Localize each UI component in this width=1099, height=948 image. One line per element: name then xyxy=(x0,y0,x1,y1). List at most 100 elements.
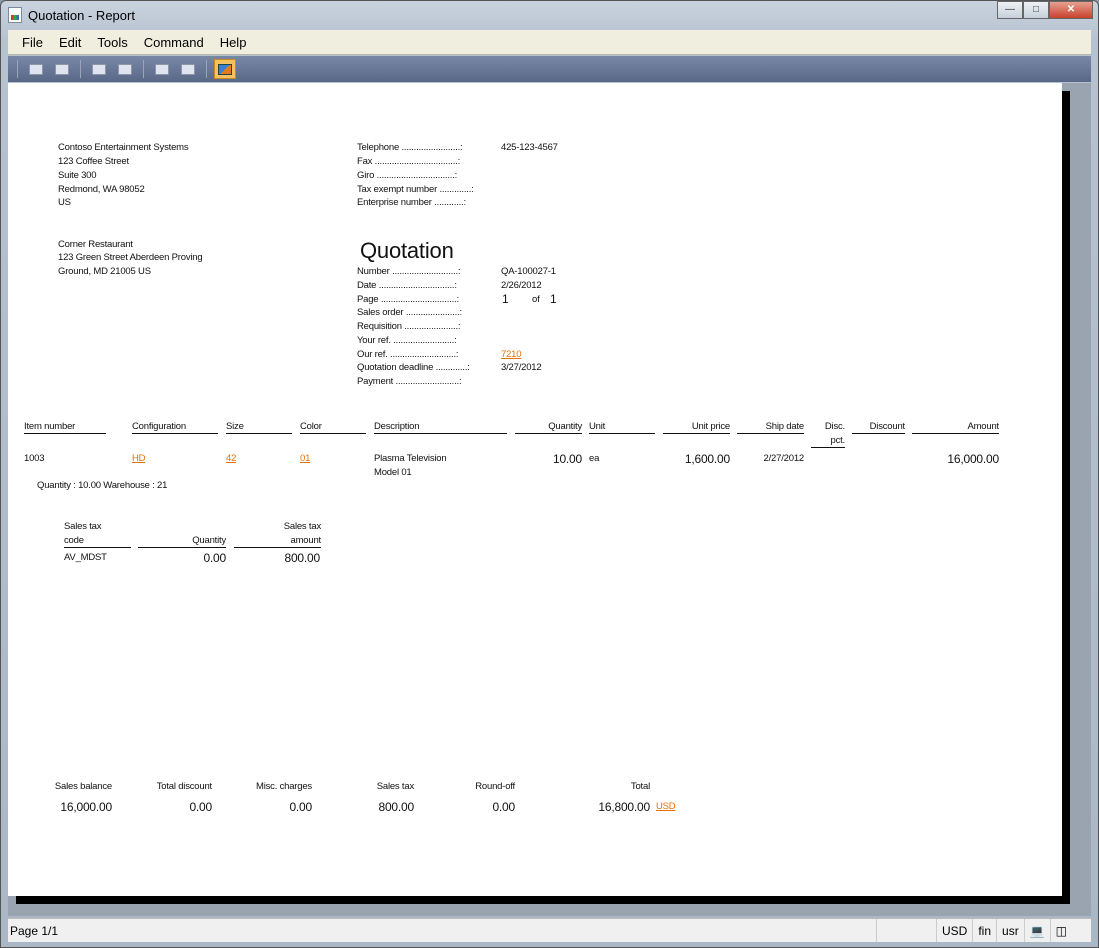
company-street: 123 Coffee Street xyxy=(58,156,129,167)
col-unit-price: Unit price xyxy=(663,421,730,434)
col-quantity: Quantity xyxy=(515,421,582,434)
col-item-number: Item number xyxy=(24,421,106,434)
total-discount-label: Total discount xyxy=(156,781,212,792)
sales-balance-label: Sales balance xyxy=(54,781,112,792)
col-description: Description xyxy=(374,421,507,434)
tax-amount-header: Sales tax xyxy=(283,521,321,532)
menu-help[interactable]: Help xyxy=(212,35,255,50)
status-layer: usr xyxy=(996,919,1024,942)
col-disc-pct-2: pct. xyxy=(811,435,845,448)
field-label: Payment ..........................: xyxy=(357,376,462,387)
col-disc-pct: Disc. xyxy=(824,421,845,432)
field-label: Our ref. ...........................: xyxy=(357,349,459,360)
page-of: of xyxy=(532,294,540,305)
status-bar: Page 1/1 USD fin usr 💻 ◫ xyxy=(8,918,1091,942)
title-bar: Quotation - Report xyxy=(8,4,135,26)
last-page-icon[interactable] xyxy=(177,59,199,79)
close-button[interactable]: ✕ xyxy=(1049,1,1093,19)
maximize-button[interactable]: □ xyxy=(1023,1,1049,19)
line-amount: 16,000.00 xyxy=(947,452,999,466)
col-discount: Discount xyxy=(852,421,905,434)
customer-name: Corner Restaurant xyxy=(58,239,133,250)
status-currency: USD xyxy=(936,919,972,942)
misc-charges-label: Misc. charges xyxy=(255,781,312,792)
menu-tools[interactable]: Tools xyxy=(89,35,135,50)
col-ship-date: Ship date xyxy=(737,421,804,434)
status-company: fin xyxy=(972,919,996,942)
tax-quantity: 0.00 xyxy=(203,551,226,565)
currency-link[interactable]: USD xyxy=(656,801,676,812)
line-note: Quantity : 10.00 Warehouse : 21 xyxy=(37,480,168,491)
field-label: Date ...............................: xyxy=(357,280,457,291)
line-ship-date: 2/27/2012 xyxy=(763,453,805,464)
round-off-label: Round-off xyxy=(475,781,515,792)
line-color-link[interactable]: 01 xyxy=(300,453,310,464)
line-description: Plasma Television xyxy=(374,453,447,464)
page-number: 1 xyxy=(502,292,509,306)
line-size-link[interactable]: 42 xyxy=(226,453,236,464)
database-icon: ◫ xyxy=(1049,919,1072,942)
company-name: Contoso Entertainment Systems xyxy=(58,142,189,153)
toolbar xyxy=(8,56,1091,82)
menu-bar: File Edit Tools Command Help xyxy=(8,30,1091,55)
quotation-date: 2/26/2012 xyxy=(501,280,542,291)
contact-label: Giro ................................: xyxy=(357,170,458,181)
col-size: Size xyxy=(226,421,292,434)
line-configuration-link[interactable]: HD xyxy=(132,453,146,464)
total-label: Total xyxy=(630,781,650,792)
contact-label: Fax ..................................: xyxy=(357,156,461,167)
multi-page-view-icon[interactable] xyxy=(214,59,236,79)
window-title: Quotation - Report xyxy=(28,7,135,23)
quotation-deadline: 3/27/2012 xyxy=(501,362,542,373)
tax-amount: 800.00 xyxy=(284,551,320,565)
quotation-number: QA-100027-1 xyxy=(501,266,556,277)
previous-page-icon[interactable] xyxy=(88,59,110,79)
field-label: Page ...............................: xyxy=(357,294,459,305)
minimize-button[interactable]: — xyxy=(997,1,1023,19)
next-page-icon[interactable] xyxy=(114,59,136,79)
report-viewport[interactable]: Contoso Entertainment Systems 123 Coffee… xyxy=(8,83,1091,916)
menu-command[interactable]: Command xyxy=(136,35,212,50)
print-icon[interactable] xyxy=(25,59,47,79)
field-label: Sales order ......................: xyxy=(357,307,462,318)
customer-address-2: Ground, MD 21005 US xyxy=(58,266,151,277)
col-unit: Unit xyxy=(589,421,655,434)
computer-icon: 💻 xyxy=(1023,919,1050,942)
customer-address-1: 123 Green Street Aberdeen Proving xyxy=(58,252,203,263)
document-title: Quotation xyxy=(360,238,454,263)
sales-tax-label: Sales tax xyxy=(376,781,414,792)
tax-amount-header-2: amount xyxy=(234,535,321,548)
contact-label: Telephone ........................: xyxy=(357,142,463,153)
menu-edit[interactable]: Edit xyxy=(51,35,89,50)
report-page: Contoso Entertainment Systems 123 Coffee… xyxy=(8,83,1062,896)
sales-balance: 16,000.00 xyxy=(60,800,112,814)
line-quantity: 10.00 xyxy=(552,452,582,466)
export-icon[interactable] xyxy=(51,59,73,79)
tax-code-header-2: code xyxy=(64,535,131,548)
contact-label: Enterprise number ............: xyxy=(357,197,466,208)
misc-charges: 0.00 xyxy=(289,800,312,814)
line-description-2: Model 01 xyxy=(374,467,412,478)
company-city: Redmond, WA 98052 xyxy=(58,184,145,195)
company-suite: Suite 300 xyxy=(58,170,97,181)
round-off: 0.00 xyxy=(492,800,515,814)
first-page-icon[interactable] xyxy=(151,59,173,79)
tax-quantity-header: Quantity xyxy=(138,535,226,548)
menu-file[interactable]: File xyxy=(14,35,51,50)
total-discount: 0.00 xyxy=(189,800,212,814)
tax-code: AV_MDST xyxy=(64,552,107,563)
report-app-icon xyxy=(8,7,22,23)
field-label: Your ref. .........................: xyxy=(357,335,457,346)
total: 16,800.00 xyxy=(598,800,650,814)
field-label: Quotation deadline .............: xyxy=(357,362,470,373)
col-configuration: Configuration xyxy=(132,421,218,434)
sales-tax: 800.00 xyxy=(378,800,414,814)
tax-code-header: Sales tax xyxy=(64,521,102,532)
col-amount: Amount xyxy=(912,421,999,434)
contact-label: Tax exempt number .............: xyxy=(357,184,474,195)
our-ref-link[interactable]: 7210 xyxy=(501,349,522,360)
page-total: 1 xyxy=(550,292,557,306)
line-unit: ea xyxy=(589,453,600,464)
col-color: Color xyxy=(300,421,366,434)
field-label: Requisition ......................: xyxy=(357,321,461,332)
